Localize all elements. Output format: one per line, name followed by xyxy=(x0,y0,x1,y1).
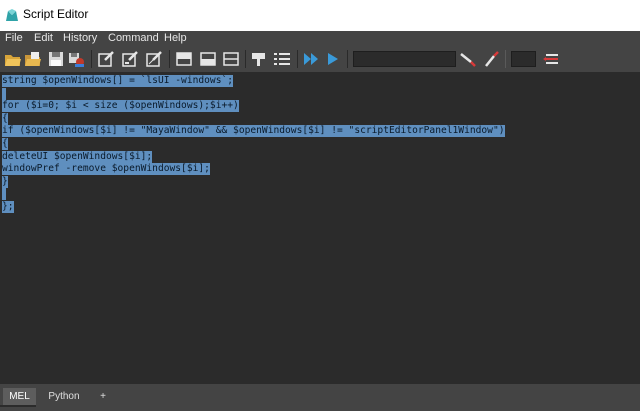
tab-bar: MEL Python + xyxy=(0,384,640,411)
show-line-numbers-icon[interactable] xyxy=(121,50,139,68)
clear-history-icon[interactable] xyxy=(145,50,163,68)
clear-search-icon[interactable] xyxy=(542,50,560,68)
toolbar-separator xyxy=(347,50,348,68)
tab-python[interactable]: Python xyxy=(40,388,88,405)
menu-help[interactable]: Help xyxy=(164,32,187,44)
menu-history[interactable]: History xyxy=(63,32,97,44)
title-bar: Script Editor xyxy=(0,0,640,31)
toolbar-separator xyxy=(297,50,298,68)
menu-bar: File Edit History Command Help xyxy=(0,31,640,46)
code-line xyxy=(2,88,6,100)
code-line: if ($openWindows[$i] != "MayaWindow" && … xyxy=(2,125,505,137)
line-number-field[interactable] xyxy=(511,51,536,67)
code-line: } xyxy=(2,176,8,188)
search-up-icon[interactable] xyxy=(482,50,500,68)
tab-mel[interactable]: MEL xyxy=(3,388,36,405)
toolbar xyxy=(0,46,640,72)
search-down-icon[interactable] xyxy=(459,50,477,68)
go-to-line-icon[interactable] xyxy=(250,50,268,68)
menu-command[interactable]: Command xyxy=(108,32,159,44)
toolbar-separator xyxy=(169,50,170,68)
toolbar-separator xyxy=(505,50,506,68)
tab-underline xyxy=(0,405,36,407)
code-line: for ($i=0; $i < size ($openWindows);$i++… xyxy=(2,100,239,112)
search-field[interactable] xyxy=(353,51,456,67)
menu-file[interactable]: File xyxy=(5,32,23,44)
code-line: { xyxy=(2,113,8,125)
window-title: Script Editor xyxy=(23,7,89,21)
maya-app-icon xyxy=(6,9,18,21)
execute-all-icon[interactable] xyxy=(302,50,320,68)
source-script-icon[interactable] xyxy=(24,50,42,68)
show-input-icon[interactable] xyxy=(199,50,217,68)
line-numbers-list-icon[interactable] xyxy=(273,50,291,68)
show-both-icon[interactable] xyxy=(222,50,240,68)
save-to-shelf-icon[interactable] xyxy=(67,50,85,68)
code-line xyxy=(2,188,6,200)
execute-icon[interactable] xyxy=(324,50,342,68)
code-line: { xyxy=(2,138,8,150)
code-editor[interactable]: string $openWindows[] = `lsUI -windows`;… xyxy=(0,72,640,384)
open-script-icon[interactable] xyxy=(4,50,22,68)
toolbar-separator xyxy=(245,50,246,68)
add-tab-button[interactable]: + xyxy=(92,388,114,405)
code-line: deleteUI $openWindows[$i]; xyxy=(2,151,153,163)
save-script-icon[interactable] xyxy=(47,50,65,68)
code-line: string $openWindows[] = `lsUI -windows`; xyxy=(2,75,234,87)
show-history-icon[interactable] xyxy=(175,50,193,68)
toolbar-separator xyxy=(91,50,92,68)
code-line: windowPref -remove $openWindows[$i]; xyxy=(2,163,210,175)
code-line: }; xyxy=(2,201,14,213)
menu-edit[interactable]: Edit xyxy=(34,32,53,44)
echo-all-commands-icon[interactable] xyxy=(97,50,115,68)
